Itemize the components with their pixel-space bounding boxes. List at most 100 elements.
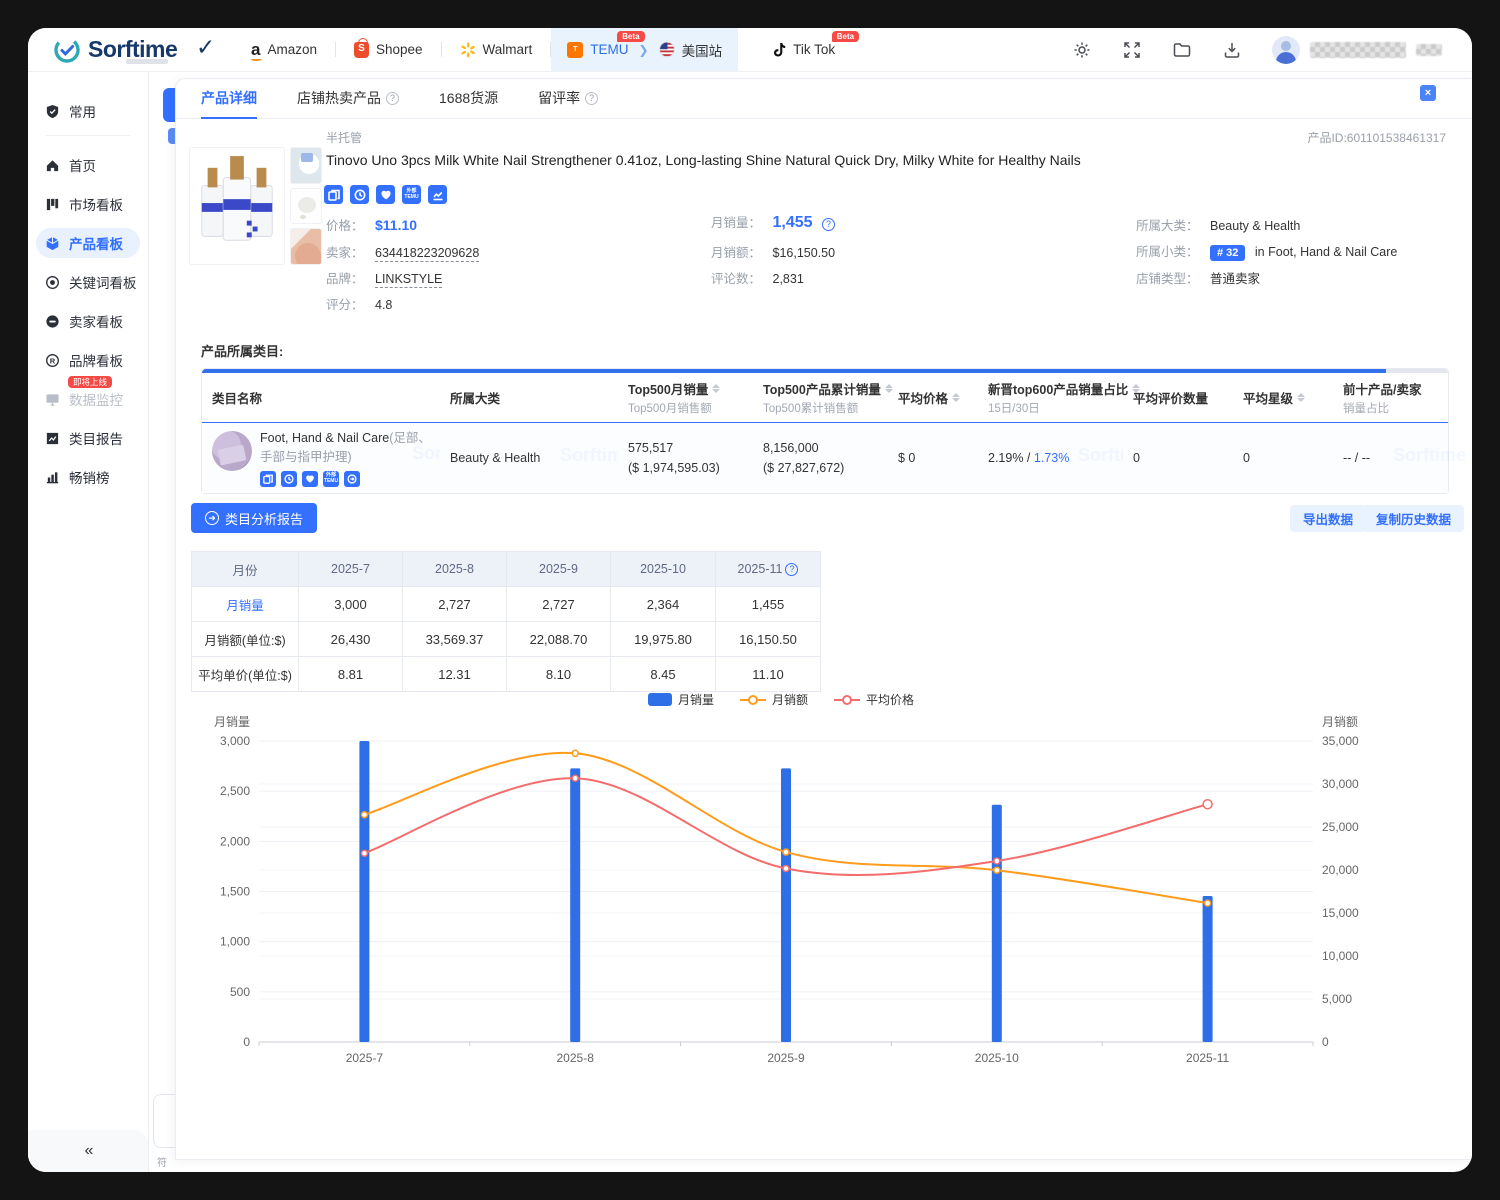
monthly-data-table: 月份 2025-7 2025-8 2025-9 2025-10 2025-11?… xyxy=(191,551,821,692)
favorite-heart-icon[interactable] xyxy=(302,471,318,487)
sort-icon[interactable] xyxy=(712,384,720,393)
svg-text:30,000: 30,000 xyxy=(1322,777,1359,791)
rank-badge: # 32 xyxy=(1210,245,1245,261)
sort-icon[interactable] xyxy=(1297,393,1305,402)
home-icon xyxy=(45,158,60,173)
product-cube-icon xyxy=(45,236,60,251)
svg-text:25,000: 25,000 xyxy=(1322,820,1359,834)
marketplace-tiktok[interactable]: Tik Tok Beta xyxy=(752,28,853,71)
temu-link-icon[interactable]: 外部TEMU xyxy=(402,185,421,204)
help-icon[interactable]: ? xyxy=(386,92,399,105)
brand-link[interactable]: LINKSTYLE xyxy=(375,272,442,288)
export-data-button[interactable]: 导出数据 xyxy=(1290,505,1366,532)
tab-1688-source[interactable]: 1688货源 xyxy=(439,79,498,119)
sidebar-item-market[interactable]: 市场看板 xyxy=(36,189,140,219)
review-count-value: 2,831 xyxy=(773,272,804,286)
goto-arrow-icon[interactable] xyxy=(344,471,360,487)
rating-field: 评分： 4.8 xyxy=(326,294,392,313)
sub-category-value: in Foot, Hand & Nail Care xyxy=(1255,245,1397,259)
sidebar-item-category-report[interactable]: 类目报告 xyxy=(36,423,140,453)
folder-icon[interactable] xyxy=(1172,40,1192,60)
sorftime-logo-icon xyxy=(54,37,80,63)
svg-text:1,500: 1,500 xyxy=(220,885,250,899)
chart-legend: 月销量 月销额 平均价格 xyxy=(191,691,1371,708)
copy-history-button[interactable]: 复制历史数据 xyxy=(1363,505,1464,532)
temu-icon: T xyxy=(567,42,583,58)
marketplace-walmart[interactable]: Walmart xyxy=(442,28,551,71)
monthly-sales-value: 1,455 xyxy=(773,214,813,231)
close-panel-button[interactable]: × xyxy=(1420,85,1436,101)
price-value: $11.10 xyxy=(375,217,417,233)
svg-text:月销量: 月销量 xyxy=(214,715,250,729)
favorite-heart-icon[interactable] xyxy=(376,185,395,204)
brand-r-icon: R xyxy=(45,353,60,368)
category-name[interactable]: Foot, Hand & Nail Care xyxy=(260,431,389,445)
sidebar-item-monitor: 数据监控 即将上线 xyxy=(36,384,140,414)
help-icon[interactable]: ? xyxy=(785,563,798,576)
svg-text:20,000: 20,000 xyxy=(1322,863,1359,877)
sidebar-item-seller[interactable]: 卖家看板 xyxy=(36,306,140,336)
category-table: 类目名称 所属大类 Top500月销量 Top500月销售额 Top500产品累… xyxy=(201,368,1449,494)
marketplace-temu[interactable]: T TEMU Beta xyxy=(557,28,638,71)
sort-icon[interactable] xyxy=(885,384,893,393)
sidebar-item-product[interactable]: 产品看板 xyxy=(36,228,140,258)
fulfillment-tag: 半托管 xyxy=(326,129,362,146)
svg-text:2025-11: 2025-11 xyxy=(1186,1051,1229,1065)
horizontal-scrollbar xyxy=(202,369,1448,373)
sort-icon[interactable] xyxy=(952,393,960,402)
thumbnail-hand[interactable] xyxy=(290,228,322,265)
sales-trend-chart: 05001,0001,5002,0002,5003,00005,00010,00… xyxy=(191,712,1371,1074)
tab-review-rate[interactable]: 留评率 ? xyxy=(538,79,598,119)
sidebar-item-home[interactable]: 首页 xyxy=(36,150,140,180)
category-analysis-report-button[interactable]: ➜ 类目分析报告 xyxy=(191,503,317,533)
parent-category: Beauty & Health xyxy=(450,451,540,465)
scrollbar-track xyxy=(1386,369,1448,373)
marketplace-shopee[interactable]: Shopee xyxy=(336,28,441,71)
tab-product-detail[interactable]: 产品详细 xyxy=(201,79,257,119)
month-table-row-revenue: 月销额(单位:$) 26,430 33,569.37 22,088.70 19,… xyxy=(192,622,821,657)
user-account[interactable] xyxy=(1272,36,1442,64)
fullscreen-icon[interactable] xyxy=(1122,40,1142,60)
settings-gear-icon[interactable] xyxy=(1072,40,1092,60)
download-icon[interactable] xyxy=(1222,40,1242,60)
thumbnail-jar[interactable] xyxy=(290,147,322,184)
temu-link-icon[interactable]: 外部TEMU xyxy=(323,471,339,487)
category-section-label: 产品所属类目: xyxy=(201,341,283,360)
product-id: 产品ID:601101538461317 xyxy=(1307,129,1446,146)
main-category-field: 所属大类： Beauty & Health xyxy=(1136,215,1300,234)
svg-text:0: 0 xyxy=(1322,1035,1329,1049)
copy-icon[interactable] xyxy=(260,471,276,487)
history-icon[interactable] xyxy=(281,471,297,487)
coming-soon-badge: 即将上线 xyxy=(68,376,112,388)
history-icon[interactable] xyxy=(350,185,369,204)
site-us[interactable]: 美国站 xyxy=(649,28,733,71)
tab-shop-hot-products[interactable]: 店铺热卖产品 ? xyxy=(297,79,399,119)
marketplace-amazon[interactable]: a Amazon xyxy=(233,28,335,71)
sidebar-item-bestsellers[interactable]: 畅销榜 xyxy=(36,462,140,492)
product-image[interactable] xyxy=(189,147,285,265)
copy-icon[interactable] xyxy=(324,185,343,204)
sidebar-item-common[interactable]: 常用 xyxy=(36,96,140,126)
bar-chart-icon xyxy=(45,470,60,485)
sub-category-field: 所属小类： # 32 in Foot, Hand & Nail Care xyxy=(1136,241,1397,260)
help-icon[interactable]: ? xyxy=(822,218,835,231)
sidebar-collapse-button[interactable]: « xyxy=(28,1130,148,1172)
thumbnail-drop[interactable] xyxy=(290,188,322,225)
seller-link[interactable]: 634418223209628 xyxy=(375,246,479,262)
legend-item-price[interactable]: 平均价格 xyxy=(834,691,914,708)
shop-type-value: 普通卖家 xyxy=(1210,272,1260,286)
tiktok-icon xyxy=(770,42,786,58)
legend-item-sales[interactable]: 月销量 xyxy=(648,691,714,708)
legend-item-revenue[interactable]: 月销额 xyxy=(740,691,808,708)
price-field: 价格： $11.10 xyxy=(326,215,417,234)
trend-chart-icon[interactable] xyxy=(428,185,447,204)
product-image-gallery xyxy=(189,147,322,265)
sidebar-item-brand[interactable]: R 品牌看板 xyxy=(36,345,140,375)
sidebar-item-keyword[interactable]: 关键词看板 xyxy=(36,267,140,297)
shield-icon xyxy=(45,104,60,119)
sales-row-label[interactable]: 月销量 xyxy=(192,587,299,622)
help-icon[interactable]: ? xyxy=(585,92,598,105)
walmart-icon xyxy=(460,42,476,58)
scrollbar-thumb[interactable] xyxy=(202,369,1386,373)
sorftime-logo[interactable]: Sorftime ✓ xyxy=(28,36,233,63)
